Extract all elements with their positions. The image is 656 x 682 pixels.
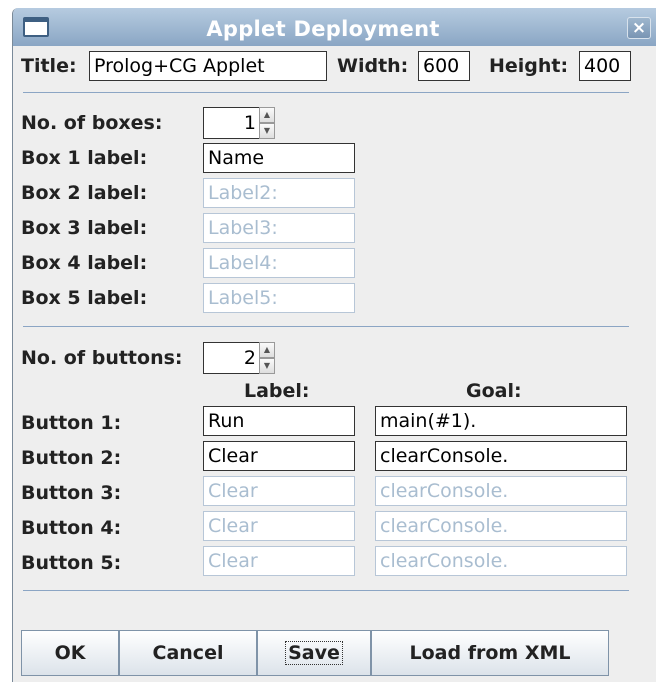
button-5-label-input[interactable] [203, 546, 355, 576]
window-title: Applet Deployment [206, 17, 440, 41]
box-label: Box 4 label: [21, 252, 148, 274]
boxes-count-value[interactable]: 1 [203, 107, 259, 139]
height-label: Height: [489, 55, 569, 77]
spin-up-arrow-icon[interactable]: ▲ [259, 342, 275, 358]
button-2-label-input[interactable] [203, 441, 355, 471]
button-5-goal-input[interactable] [375, 546, 627, 576]
separator [23, 92, 629, 93]
close-icon[interactable]: × [627, 17, 651, 39]
title-input[interactable] [89, 51, 327, 81]
save-button-label: Save [285, 641, 343, 665]
spin-up-arrow-icon[interactable]: ▲ [259, 107, 275, 123]
buttons-count-label: No. of buttons: [21, 347, 183, 369]
buttons-count-spinner[interactable]: 2 ▲ ▼ [203, 342, 275, 374]
button-1-label-input[interactable] [203, 406, 355, 436]
title-bar[interactable]: Applet Deployment × [13, 8, 656, 46]
box-label: Box 2 label: [21, 182, 148, 204]
button-row-label: Button 1: [21, 412, 122, 434]
label-column-header: Label: [244, 380, 310, 402]
applet-deployment-dialog: Applet Deployment × Title: Width: Height… [12, 8, 656, 682]
button-1-goal-input[interactable] [375, 406, 627, 436]
width-label: Width: [337, 55, 409, 77]
button-row-label: Button 2: [21, 447, 122, 469]
title-label: Title: [21, 55, 77, 77]
box-4-input[interactable] [203, 248, 355, 278]
box-label: Box 5 label: [21, 287, 148, 309]
cancel-button[interactable]: Cancel [119, 630, 257, 676]
boxes-count-label: No. of boxes: [21, 112, 163, 134]
button-3-label-input[interactable] [203, 476, 355, 506]
box-label: Box 3 label: [21, 217, 148, 239]
box-label: Box 1 label: [21, 147, 148, 169]
separator [23, 590, 629, 591]
separator [23, 326, 629, 327]
box-2-input[interactable] [203, 178, 355, 208]
window-icon[interactable] [23, 17, 49, 37]
button-row-label: Button 5: [21, 552, 122, 574]
box-5-input[interactable] [203, 283, 355, 313]
height-input[interactable] [579, 51, 631, 81]
buttons-count-value[interactable]: 2 [203, 342, 259, 374]
button-4-label-input[interactable] [203, 511, 355, 541]
spin-down-arrow-icon[interactable]: ▼ [259, 123, 275, 139]
box-1-input[interactable] [203, 143, 355, 173]
save-button[interactable]: Save [257, 630, 371, 676]
button-4-goal-input[interactable] [375, 511, 627, 541]
box-3-input[interactable] [203, 213, 355, 243]
load-from-xml-button[interactable]: Load from XML [371, 630, 609, 676]
button-row-label: Button 4: [21, 517, 122, 539]
goal-column-header: Goal: [466, 380, 522, 402]
button-2-goal-input[interactable] [375, 441, 627, 471]
spin-down-arrow-icon[interactable]: ▼ [259, 358, 275, 374]
ok-button[interactable]: OK [21, 630, 119, 676]
button-3-goal-input[interactable] [375, 476, 627, 506]
width-input[interactable] [418, 51, 470, 81]
button-row-label: Button 3: [21, 482, 122, 504]
boxes-count-spinner[interactable]: 1 ▲ ▼ [203, 107, 275, 139]
